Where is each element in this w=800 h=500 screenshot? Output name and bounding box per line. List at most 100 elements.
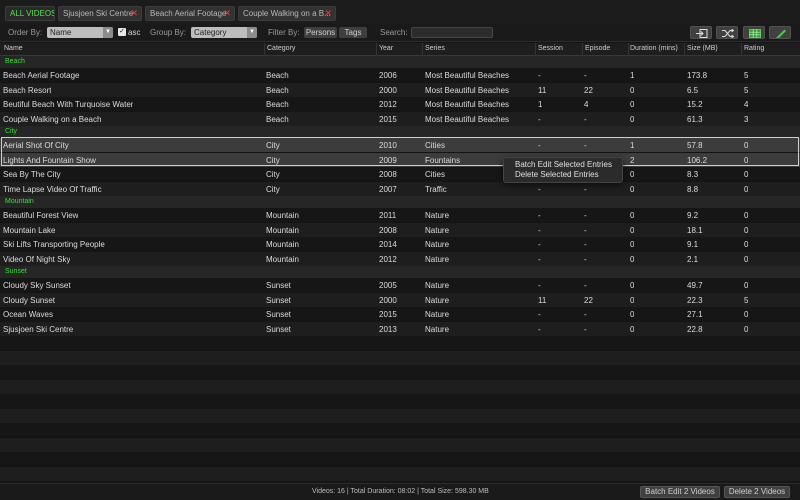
cell-session: 11 [538,85,547,95]
batch-edit-menu-item[interactable]: Batch Edit Selected Entries [504,160,622,170]
table-row[interactable]: Couple Walking on a Beach Beach 2015 Most B… [0,111,800,126]
cell-duration: 0 [630,211,635,220]
group-by-select[interactable]: Category ▼ [191,27,257,38]
cell-size: 22.8 [687,324,703,334]
cell-session: - [538,310,541,319]
cell-category: City [266,155,280,165]
table-row[interactable]: Beutiful Beach With Turquoise Water Beach… [0,97,800,111]
cell-episode: 22 [584,85,593,95]
cell-year: 2015 [379,114,397,124]
cell-duration: 0 [630,85,635,95]
table-row[interactable]: Beach Aerial Footage Beach 2006 Most Beauti… [0,68,800,82]
cell-episode: - [584,281,587,290]
cell-name: Ski Lifts Transporting People [3,240,105,249]
cell-size: 61.3 [687,114,703,124]
cell-category: Mountain [266,211,299,220]
delete-videos-button[interactable]: Delete 2 Videos [724,486,790,498]
batch-edit-button[interactable]: Batch Edit 2 Videos [640,486,720,498]
column-header-episode[interactable]: Episode [585,45,610,52]
tab-beach-aerial-footage[interactable]: Beach Aerial Footage ✕ [145,6,235,21]
table-row[interactable]: Cloudy Sunset Sunset 2000 Nature 11 22 0 22.3 5 [0,292,800,307]
status-summary: Videos: 16 | Total Duration: 08:02 | Tot… [312,488,489,495]
table-row[interactable]: Beach Resort Beach 2000 Most Beautiful Beac… [0,82,800,97]
column-header-year[interactable]: Year [379,45,393,52]
cell-size: 18.1 [687,225,703,235]
table-header: Name Category Year Series Session Episod… [0,43,800,56]
cell-category: Sunset [266,281,291,290]
empty-row [0,437,800,452]
tab-couple-walking[interactable]: Couple Walking on a B... ✕ [238,6,336,21]
table-row[interactable]: Time Lapse Video Of Traffic City 2007 Traff… [0,181,800,196]
tags-filter-button[interactable]: Tags [339,27,367,38]
asc-checkbox[interactable]: ✓ [118,28,126,36]
cell-series: Most Beautiful Beaches [425,85,510,95]
table-row[interactable]: Sjusjoen Ski Centre Sunset 2013 Nature - - 0 22… [0,321,800,336]
cell-session: - [538,225,541,235]
cell-name: Sea By The City [3,170,61,179]
cell-duration: 0 [630,310,635,319]
cell-rating: 0 [744,310,749,319]
cell-rating: 0 [744,170,749,179]
cell-duration: 0 [630,114,635,124]
close-icon[interactable]: ✕ [223,7,231,20]
cell-name: Beach Resort [3,85,52,95]
table-row[interactable]: Video Of Night Sky Mountain 2012 Nature - - 0 2… [0,251,800,266]
cell-category: City [266,141,280,150]
import-button[interactable] [690,26,712,39]
column-header-session[interactable]: Session [538,45,563,52]
search-input[interactable] [411,27,493,38]
cell-rating: 5 [744,85,749,95]
column-header-series[interactable]: Series [425,45,445,52]
order-by-select[interactable]: Name ▼ [47,27,113,38]
cell-series: Traffic [425,184,447,194]
table-row[interactable]: Aerial Shot Of City City 2010 Cities - - 1 57.8… [0,138,800,152]
empty-row [0,365,800,379]
cell-duration: 0 [630,295,635,305]
table-row[interactable]: Cloudy Sky Sunset Sunset 2005 Nature - - 0 49.7… [0,278,800,292]
tab-all-videos[interactable]: ALL VIDEOS [5,6,55,21]
column-header-rating[interactable]: Rating [744,45,764,52]
table-row[interactable]: Sea By The City City 2008 Cities 0 8.3 0 [0,167,800,181]
chevron-down-icon: ▼ [247,27,257,38]
table-row[interactable]: Ski Lifts Transporting People Mountain 201… [0,237,800,251]
cell-series: Nature [425,225,450,235]
column-header-name[interactable]: Name [4,45,23,52]
empty-row [0,336,800,350]
toolbar: Order By: Name ▼ ✓ asc Group By: Categor… [0,24,800,42]
cell-duration: 1 [630,71,635,80]
edit-pencil-icon [776,29,786,38]
cell-year: 2013 [379,324,397,334]
table-row[interactable]: Beautiful Forest View Mountain 2011 Nature -… [0,208,800,222]
cell-duration: 2 [630,155,635,165]
chevron-down-icon: ▼ [103,27,113,38]
table-row[interactable]: Ocean Waves Sunset 2015 Nature - - 0 27.1 0 [0,307,800,321]
table-view-button[interactable] [743,26,765,39]
group-header-sunset: Sunset [0,266,800,278]
cell-session: - [538,71,541,80]
delete-selected-menu-item[interactable]: Delete Selected Entries [504,170,622,180]
table-row[interactable]: Mountain Lake Mountain 2008 Nature - - 0 18.1 0 [0,222,800,237]
persons-filter-button[interactable]: Persons [304,27,337,38]
close-icon[interactable]: ✕ [130,7,138,20]
cell-episode: 22 [584,295,593,305]
close-icon[interactable]: ✕ [324,7,332,20]
column-header-category[interactable]: Category [267,45,295,52]
group-label: Mountain [5,198,34,205]
cell-name: Aerial Shot Of City [3,141,69,150]
table-row[interactable]: Lights And Fountain Show City 2009 Fountain… [0,152,800,167]
shuffle-button[interactable] [716,26,738,39]
search-label: Search: [380,28,408,37]
video-list[interactable]: Beach Beach Aerial Footage Beach 2006 Most B… [0,56,800,483]
status-bar: Videos: 16 | Total Duration: 08:02 | Tot… [0,483,800,500]
cell-duration: 0 [630,184,635,194]
cell-year: 2005 [379,281,397,290]
column-header-duration[interactable]: Duration (mins) [630,45,678,52]
cell-category: Mountain [266,254,299,264]
tab-label: Sjusjoen Ski Centre [63,9,134,18]
cell-session: - [538,281,541,290]
empty-row [0,379,800,394]
column-header-size[interactable]: Size (MB) [687,45,718,52]
tab-sjusjoen-ski-centre[interactable]: Sjusjoen Ski Centre ✕ [58,6,142,21]
edit-button[interactable] [769,26,791,39]
cell-size: 9.1 [687,240,699,249]
